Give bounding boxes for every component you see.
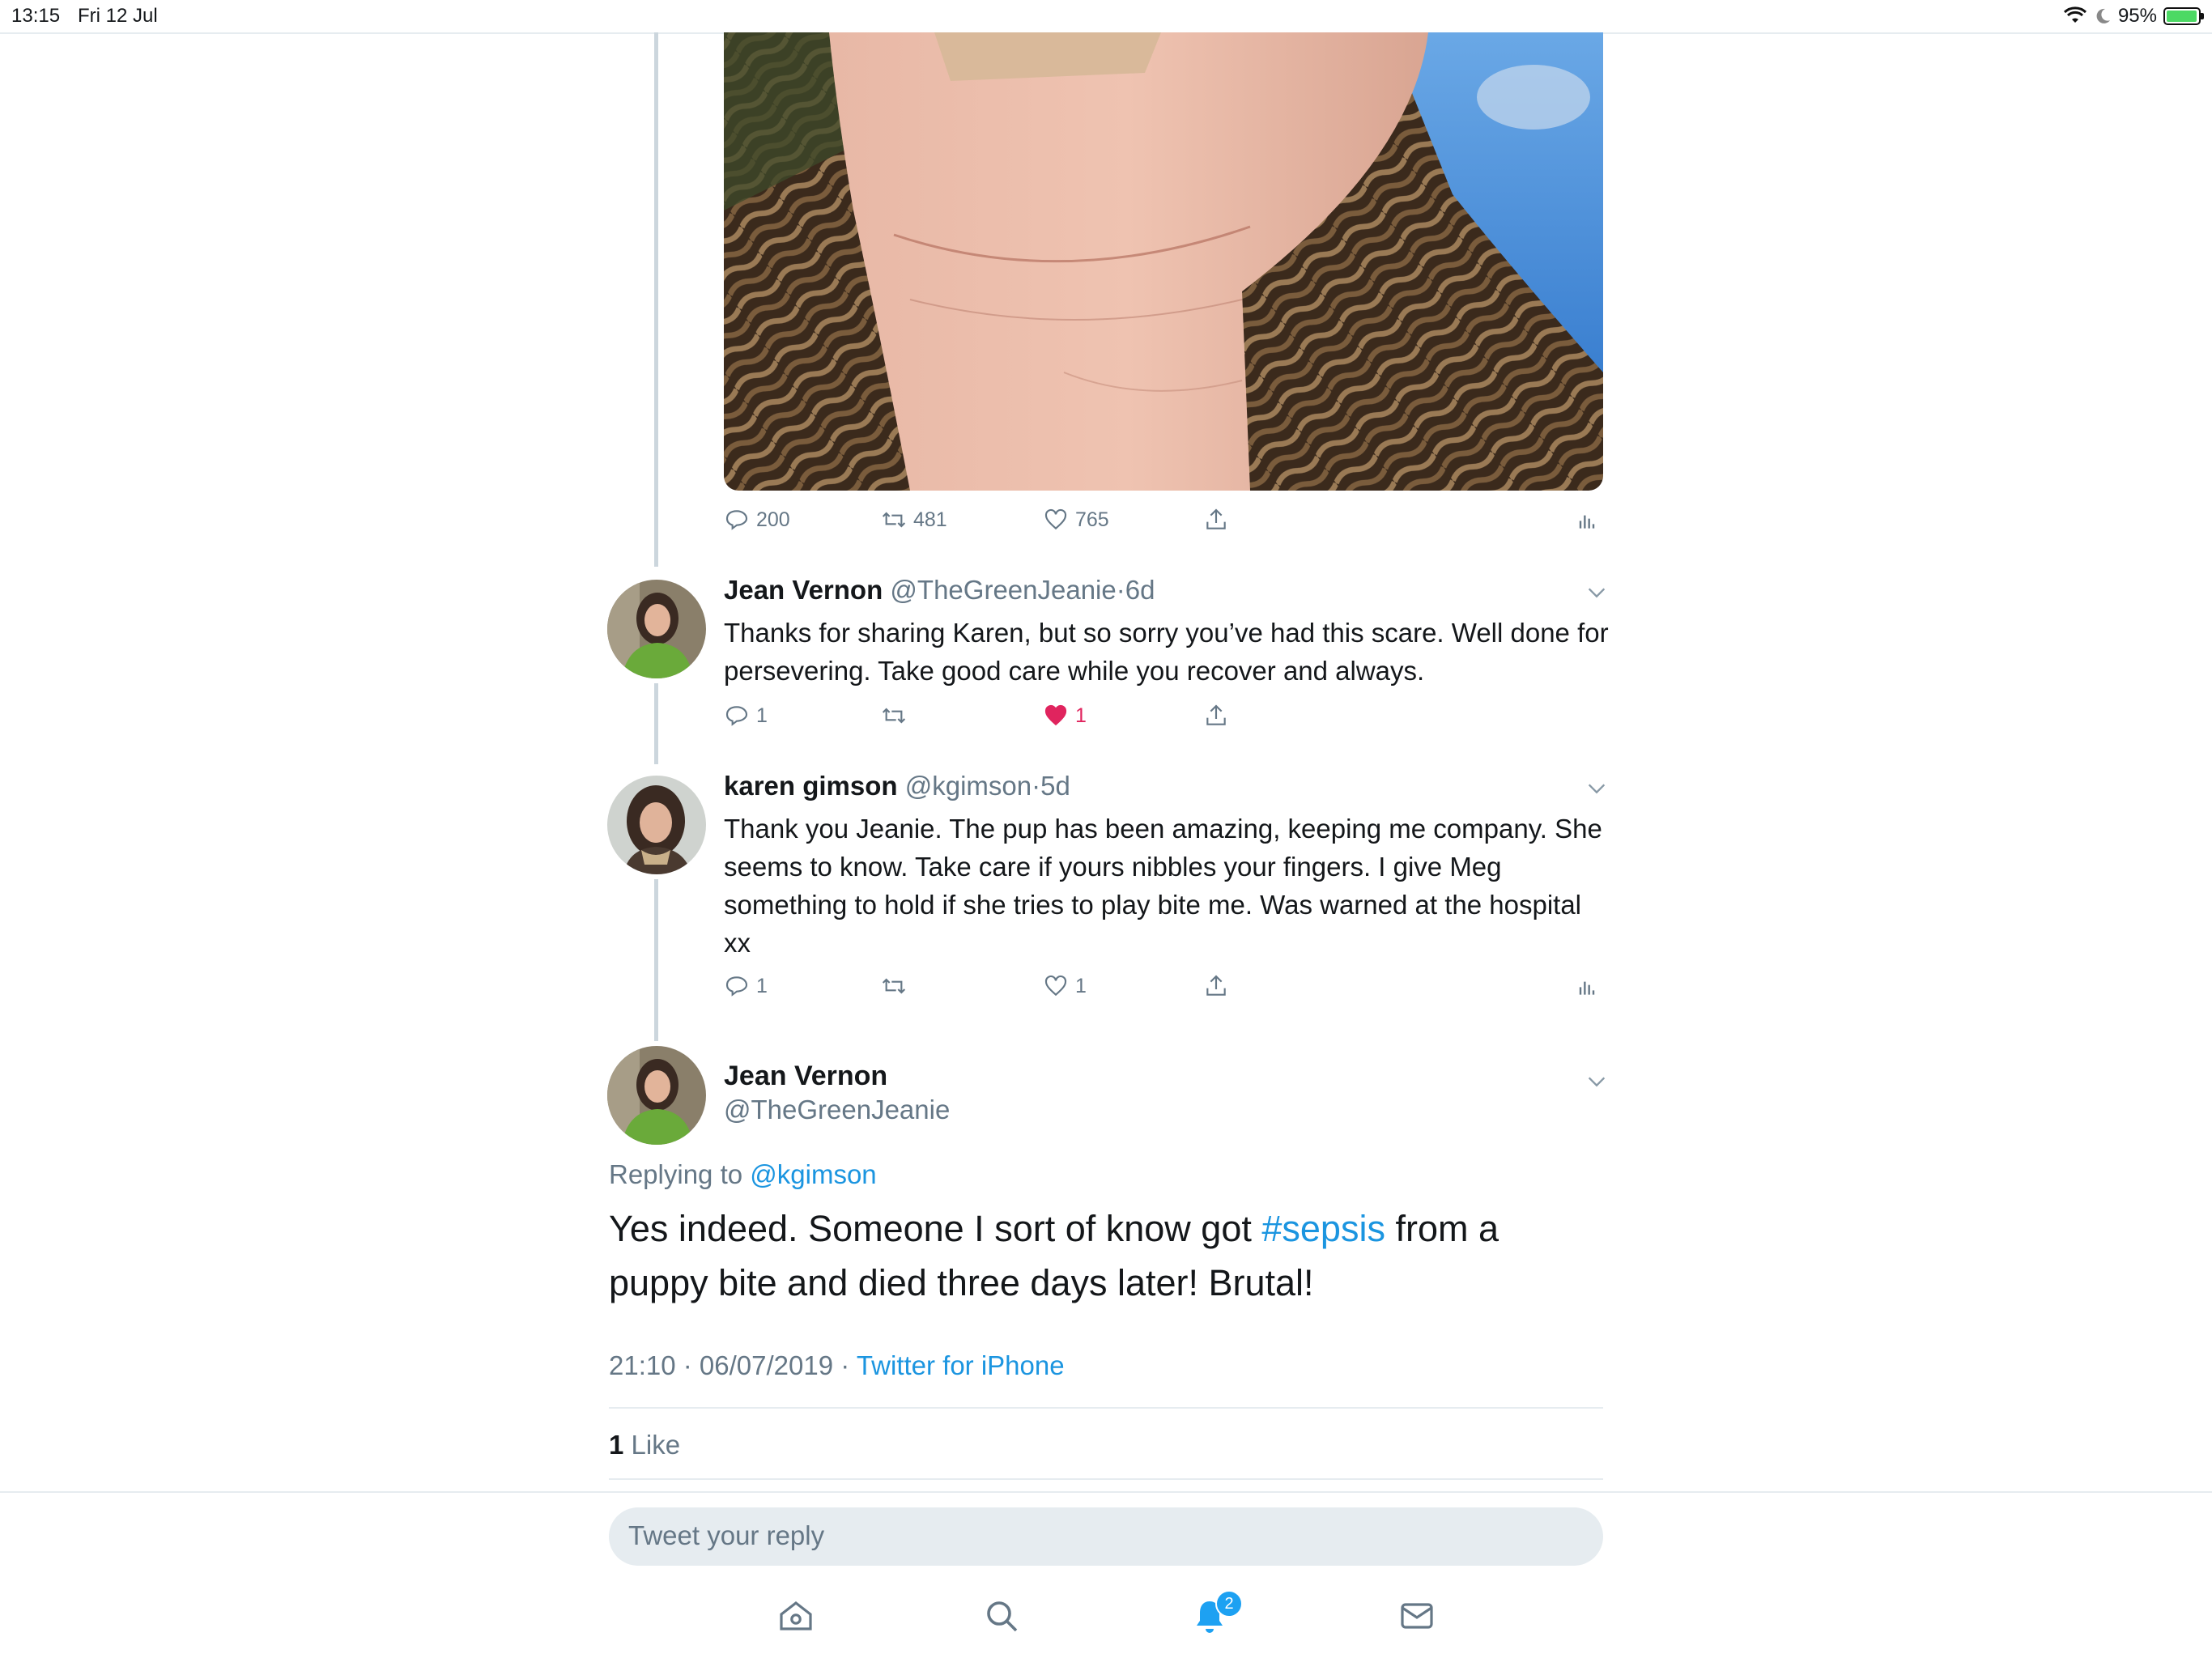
chevron-down-icon[interactable] xyxy=(1585,777,1608,800)
divider xyxy=(609,1407,1603,1409)
reply-1-actions: 1 1 xyxy=(724,703,1291,735)
reply-button[interactable]: 1 xyxy=(724,973,768,999)
messages-icon[interactable] xyxy=(1397,1596,1436,1635)
share-button[interactable] xyxy=(1203,507,1229,533)
status-time: 13:15 xyxy=(11,5,61,27)
heart-filled-icon xyxy=(1044,704,1067,726)
status-date: Fri 12 Jul xyxy=(78,5,158,27)
wrist-photo-icon xyxy=(724,32,1603,491)
status-right: 95% xyxy=(2063,5,2204,28)
share-icon xyxy=(1206,975,1226,996)
image-tweet-actions: 200 481 765 xyxy=(724,507,1606,539)
tweet-age: 5d xyxy=(1040,771,1070,801)
chevron-down-icon[interactable] xyxy=(1585,581,1608,604)
tweet-meta: 21:10 · 06/07/2019 · Twitter for iPhone xyxy=(609,1350,1065,1381)
replying-prefix: Replying to xyxy=(609,1159,743,1189)
battery-icon xyxy=(2163,7,2204,25)
reply-button[interactable]: 1 xyxy=(724,703,768,729)
author-handle[interactable]: @TheGreenJeanie xyxy=(724,1095,950,1125)
main-tweet-text: Yes indeed. Someone I sort of know got #… xyxy=(609,1201,1597,1310)
reply-input[interactable]: Tweet your reply xyxy=(609,1507,1603,1566)
tweet-timestamp: 21:10 · 06/07/2019 · xyxy=(609,1350,850,1380)
author-handle[interactable]: @TheGreenJeanie xyxy=(890,575,1116,605)
share-button[interactable] xyxy=(1203,973,1229,999)
avatar-icon xyxy=(607,1046,706,1145)
retweet-button[interactable]: 481 xyxy=(881,507,947,533)
author-handle[interactable]: @kgimson xyxy=(905,771,1032,801)
like-count: 1 xyxy=(1075,704,1087,727)
tweet-text: Thank you Jeanie. The pup has been amazi… xyxy=(724,814,1602,958)
like-button[interactable]: 1 xyxy=(1043,973,1087,999)
avatar[interactable] xyxy=(607,580,706,678)
tweet-image[interactable] xyxy=(724,32,1603,491)
battery-percent: 95% xyxy=(2117,5,2157,27)
moon-icon xyxy=(2096,8,2110,23)
share-icon xyxy=(1206,704,1226,725)
like-button[interactable]: 1 xyxy=(1043,703,1087,729)
like-count: 1 xyxy=(1075,974,1087,997)
author-name[interactable]: Jean Vernon xyxy=(724,1061,887,1092)
thread-line xyxy=(654,683,658,764)
avatar[interactable] xyxy=(607,776,706,874)
reply-button[interactable]: 200 xyxy=(724,507,790,533)
tweet-header: karen gimson @kgimson·5d xyxy=(724,771,1070,801)
main-text-before: Yes indeed. Someone I sort of know got xyxy=(609,1208,1252,1249)
home-icon[interactable] xyxy=(776,1596,815,1635)
share-button[interactable] xyxy=(1203,703,1229,729)
tweet-header: Jean Vernon @TheGreenJeanie·6d xyxy=(724,575,1155,606)
chevron-down-icon[interactable] xyxy=(1585,1070,1608,1093)
avatar[interactable] xyxy=(607,1046,706,1145)
like-button[interactable]: 765 xyxy=(1043,507,1109,533)
retweet-icon xyxy=(882,978,906,994)
author-name[interactable]: karen gimson xyxy=(724,771,898,801)
reply-placeholder: Tweet your reply xyxy=(628,1520,825,1550)
separator: · xyxy=(1116,575,1125,605)
reply-count: 200 xyxy=(756,508,790,531)
thread-line xyxy=(654,879,658,1041)
tweet-text: Thanks for sharing Karen, but so sorry y… xyxy=(724,618,1609,686)
avatar-icon xyxy=(607,776,706,874)
reply-count: 1 xyxy=(756,704,768,727)
reply-icon xyxy=(725,510,748,530)
status-bar: 13:15 Fri 12 Jul 95% xyxy=(0,0,2212,34)
tweet-age: 6d xyxy=(1125,575,1155,605)
wifi-icon xyxy=(2063,6,2087,23)
retweet-count: 481 xyxy=(913,508,947,531)
reply-count: 1 xyxy=(756,974,768,997)
retweet-button[interactable] xyxy=(881,973,907,999)
author-name[interactable]: Jean Vernon xyxy=(724,575,883,605)
avatar-icon xyxy=(607,580,706,678)
tweet-source-link[interactable]: Twitter for iPhone xyxy=(857,1350,1065,1380)
notification-badge: 2 xyxy=(1215,1590,1243,1618)
share-icon xyxy=(1206,508,1226,529)
retweet-icon xyxy=(882,708,906,724)
heart-icon xyxy=(1044,975,1067,997)
analytics-button[interactable] xyxy=(1574,973,1600,999)
retweet-button[interactable] xyxy=(881,703,907,729)
likes-label: Like xyxy=(631,1430,681,1460)
analytics-icon xyxy=(1579,515,1595,529)
divider xyxy=(609,1478,1603,1480)
like-count: 765 xyxy=(1075,508,1109,531)
analytics-icon xyxy=(1579,981,1595,995)
hashtag-link[interactable]: #sepsis xyxy=(1261,1208,1385,1249)
replying-handle-link[interactable]: @kgimson xyxy=(750,1159,876,1189)
likes-summary[interactable]: 1 Like xyxy=(609,1430,680,1460)
reply-icon xyxy=(725,706,748,726)
reply-icon xyxy=(725,976,748,997)
heart-icon xyxy=(1044,508,1067,530)
compose-divider xyxy=(0,1491,2212,1493)
reply-2-actions: 1 1 xyxy=(724,973,1606,1005)
retweet-icon xyxy=(882,512,906,528)
replying-to: Replying to @kgimson xyxy=(609,1159,877,1190)
likes-count: 1 xyxy=(609,1430,624,1460)
analytics-button[interactable] xyxy=(1574,507,1600,533)
search-icon[interactable] xyxy=(982,1596,1021,1635)
separator: · xyxy=(1032,771,1041,801)
thread-line xyxy=(654,32,658,567)
